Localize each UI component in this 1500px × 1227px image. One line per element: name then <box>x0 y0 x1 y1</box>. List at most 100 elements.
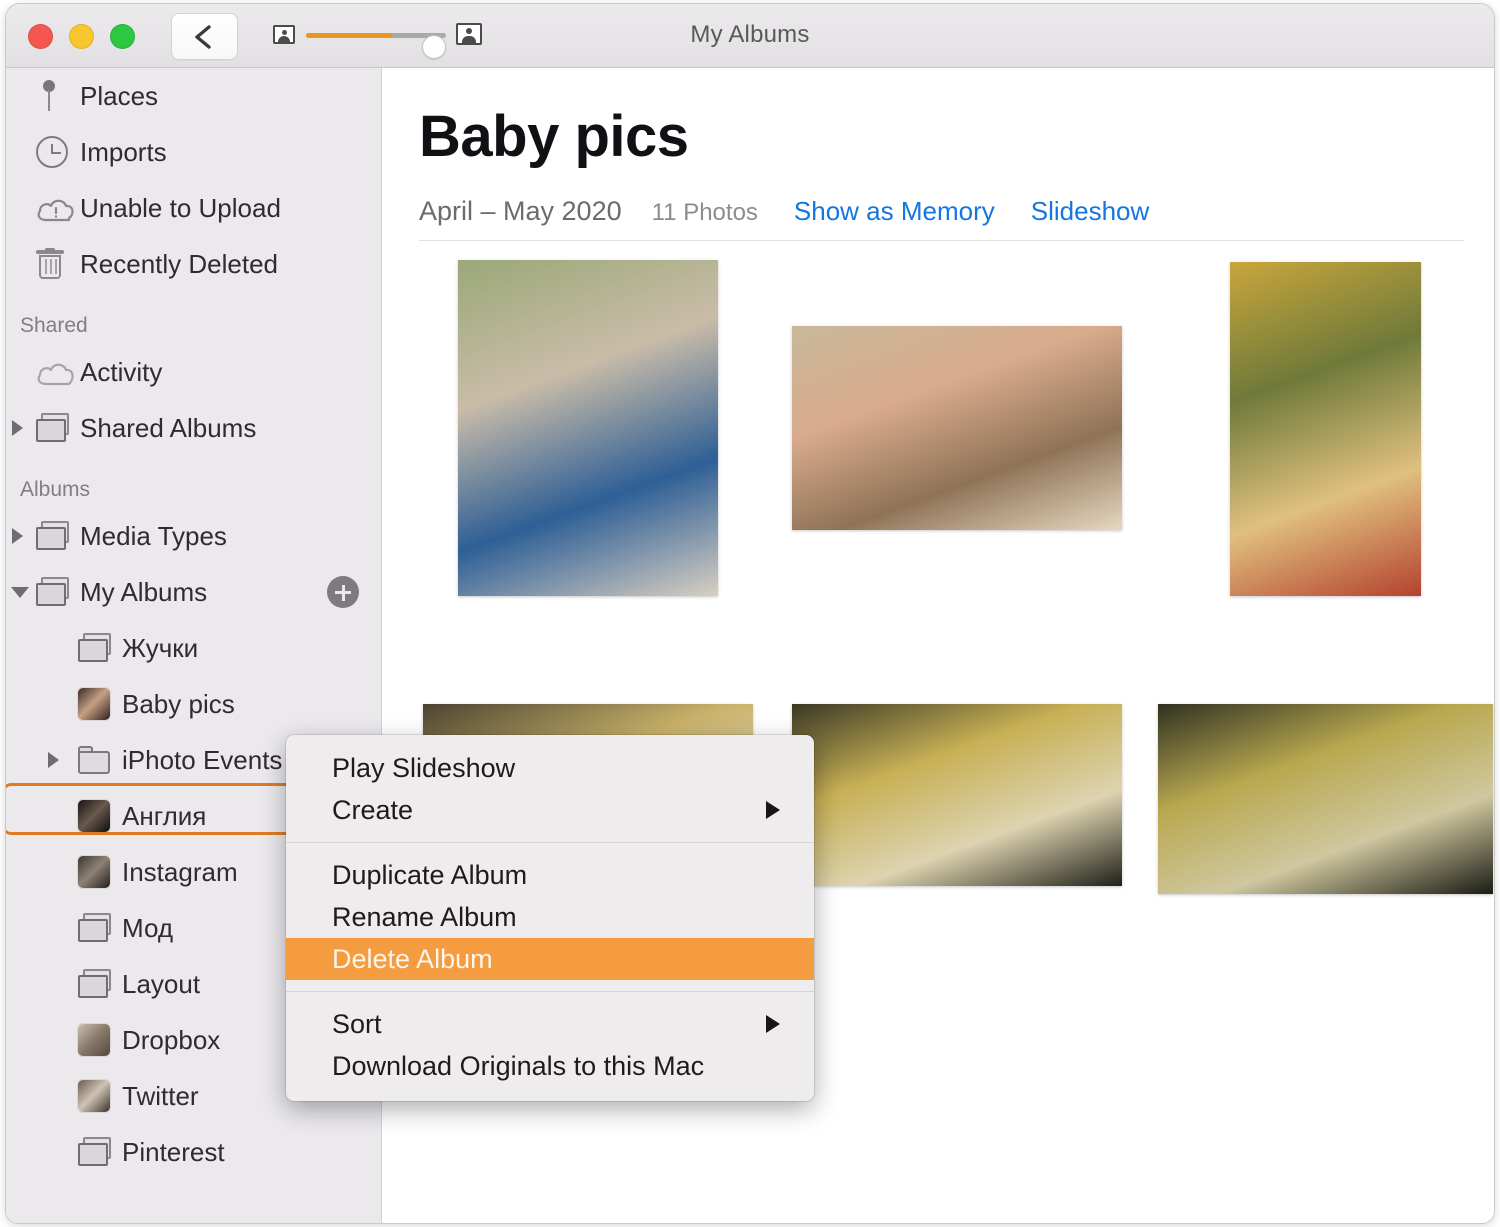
menu-item-label: Sort <box>332 1008 382 1039</box>
photo-thumbnail-image <box>1230 262 1421 596</box>
menu-item-label: Duplicate Album <box>332 859 528 890</box>
menu-item-play-slideshow[interactable]: Play Slideshow <box>286 747 814 789</box>
menu-item-download-originals-to-this-mac[interactable]: Download Originals to this Mac <box>286 1045 814 1087</box>
sidebar-item-label: Media Types <box>80 520 227 551</box>
clock-icon <box>36 136 68 168</box>
menu-item-create[interactable]: Create <box>286 789 814 831</box>
sidebar-item-my-albums[interactable]: My Albums <box>6 564 381 620</box>
maximize-window-button[interactable] <box>110 24 135 49</box>
minimize-window-button[interactable] <box>69 24 94 49</box>
sidebar-item-label: Places <box>80 80 159 111</box>
album-stack-icon <box>78 913 114 943</box>
sidebar-item-icon-wrap <box>36 80 80 112</box>
photo-grandma-and-baby[interactable] <box>458 260 718 596</box>
show-as-memory-link[interactable]: Show as Memory <box>794 196 995 227</box>
album-stack-icon <box>78 1137 114 1167</box>
menu-item-delete-album[interactable]: Delete Album <box>286 938 814 980</box>
sidebar-item-pinterest[interactable]: Pinterest <box>6 1124 381 1180</box>
album-context-menu[interactable]: Play Slideshow Create Duplicate Album Renam… <box>286 735 814 1101</box>
sidebar-item-icon-wrap <box>78 969 122 999</box>
close-window-button[interactable] <box>28 24 53 49</box>
back-button[interactable] <box>172 14 237 59</box>
sidebar-item-label: My Albums <box>80 576 208 607</box>
photo-thumbnail-image <box>1158 704 1493 894</box>
sidebar-item-label: Recently Deleted <box>80 248 278 279</box>
sidebar-item-label: Twitter <box>122 1080 199 1111</box>
sidebar-item-icon-wrap <box>78 1024 122 1056</box>
photo-thumbnail-image <box>792 704 1122 886</box>
sidebar-item-label: Unable to Upload <box>80 192 281 223</box>
album-stack-icon <box>78 633 114 663</box>
sidebar-item-media-types[interactable]: Media Types <box>6 508 381 564</box>
album-stack-icon <box>36 577 72 607</box>
album-stack-icon <box>36 413 72 443</box>
page-title: Baby pics <box>419 104 689 169</box>
sidebar-item-жучки[interactable]: Жучки <box>6 620 381 676</box>
sidebar-item-unable-to-upload[interactable]: Unable to Upload <box>6 180 381 236</box>
slideshow-link[interactable]: Slideshow <box>1031 196 1150 227</box>
sidebar-item-label: Pinterest <box>122 1136 225 1167</box>
album-date-range: April – May 2020 <box>419 196 622 226</box>
chevron-right-icon[interactable] <box>12 420 23 436</box>
menu-item-rename-album[interactable]: Rename Album <box>286 896 814 938</box>
sidebar-item-icon-wrap <box>36 413 80 443</box>
zoom-slider-track[interactable] <box>306 33 446 58</box>
album-thumbnail-icon <box>78 688 110 720</box>
submenu-arrow-icon <box>766 801 780 819</box>
sidebar-item-icon-wrap <box>78 800 122 832</box>
sidebar-item-icon-wrap <box>36 248 80 280</box>
sidebar-item-icon-wrap <box>78 1137 122 1167</box>
sidebar-item-label: Жучки <box>122 632 199 663</box>
photo-two-toddlers[interactable] <box>792 326 1122 530</box>
trash-icon <box>36 248 64 280</box>
sidebar-item-label: Dropbox <box>122 1024 221 1055</box>
sidebar-item-baby-pics[interactable]: Baby pics <box>6 676 381 732</box>
sidebar-item-places[interactable]: Places <box>6 68 381 124</box>
chevron-down-icon[interactable] <box>11 587 29 598</box>
sidebar-section-albums: Albums <box>20 478 91 501</box>
sidebar-item-icon-wrap <box>36 521 80 551</box>
pin-icon <box>36 80 64 112</box>
album-stack-icon <box>36 521 72 551</box>
photo-large-icon <box>456 23 482 45</box>
sidebar-item-icon-wrap <box>36 136 80 168</box>
chevron-right-icon[interactable] <box>48 752 59 768</box>
add-album-button[interactable] <box>327 576 359 608</box>
album-photo-count: 11 Photos <box>651 199 758 226</box>
sidebar-item-activity[interactable]: Activity <box>6 344 381 400</box>
menu-item-label: Download Originals to this Mac <box>332 1050 705 1081</box>
sidebar-item-icon-wrap <box>78 688 122 720</box>
sidebar-item-shared-albums[interactable]: Shared Albums <box>6 400 381 456</box>
sidebar-item-icon-wrap <box>36 360 80 386</box>
zoom-slider-fill <box>306 33 392 38</box>
menu-item-duplicate-album[interactable]: Duplicate Album <box>286 854 814 896</box>
album-thumbnail-icon <box>78 1080 110 1112</box>
sidebar-item-icon-wrap <box>36 577 80 607</box>
menu-item-label: Play Slideshow <box>332 752 516 783</box>
zoom-slider-thumb[interactable] <box>423 36 445 58</box>
sidebar-item-icon-wrap <box>78 856 122 888</box>
cloud-warning-icon <box>36 196 74 222</box>
sidebar-item-recently-deleted[interactable]: Recently Deleted <box>6 236 381 292</box>
album-metadata-bar: April – May 2020 11 Photos Show as Memor… <box>419 196 1149 227</box>
sidebar-item-icon-wrap <box>78 745 122 775</box>
menu-item-sort[interactable]: Sort <box>286 1003 814 1045</box>
sidebar-item-label: Мод <box>122 912 174 943</box>
thumbnail-zoom-slider[interactable] <box>268 22 488 58</box>
photo-boy-standing-field[interactable] <box>1158 704 1493 894</box>
menu-separator <box>286 842 814 843</box>
album-stack-icon <box>78 969 114 999</box>
photo-thumbnail-image <box>458 260 718 596</box>
album-thumbnail-icon <box>78 800 110 832</box>
photo-boy-with-hat[interactable] <box>792 704 1122 886</box>
photo-baby-in-flowers[interactable] <box>1230 262 1421 596</box>
photo-thumbnail-image <box>792 326 1122 530</box>
sidebar-item-imports[interactable]: Imports <box>6 124 381 180</box>
photos-app-window: My Albums Places Imports Unable to Upload R… <box>6 4 1494 1223</box>
chevron-right-icon[interactable] <box>12 528 23 544</box>
menu-separator <box>286 991 814 992</box>
sidebar-item-label: iPhoto Events <box>122 744 283 775</box>
sidebar-item-label: Layout <box>122 968 201 999</box>
sidebar-item-label: Imports <box>80 136 167 167</box>
sidebar-item-label: Instagram <box>122 856 238 887</box>
